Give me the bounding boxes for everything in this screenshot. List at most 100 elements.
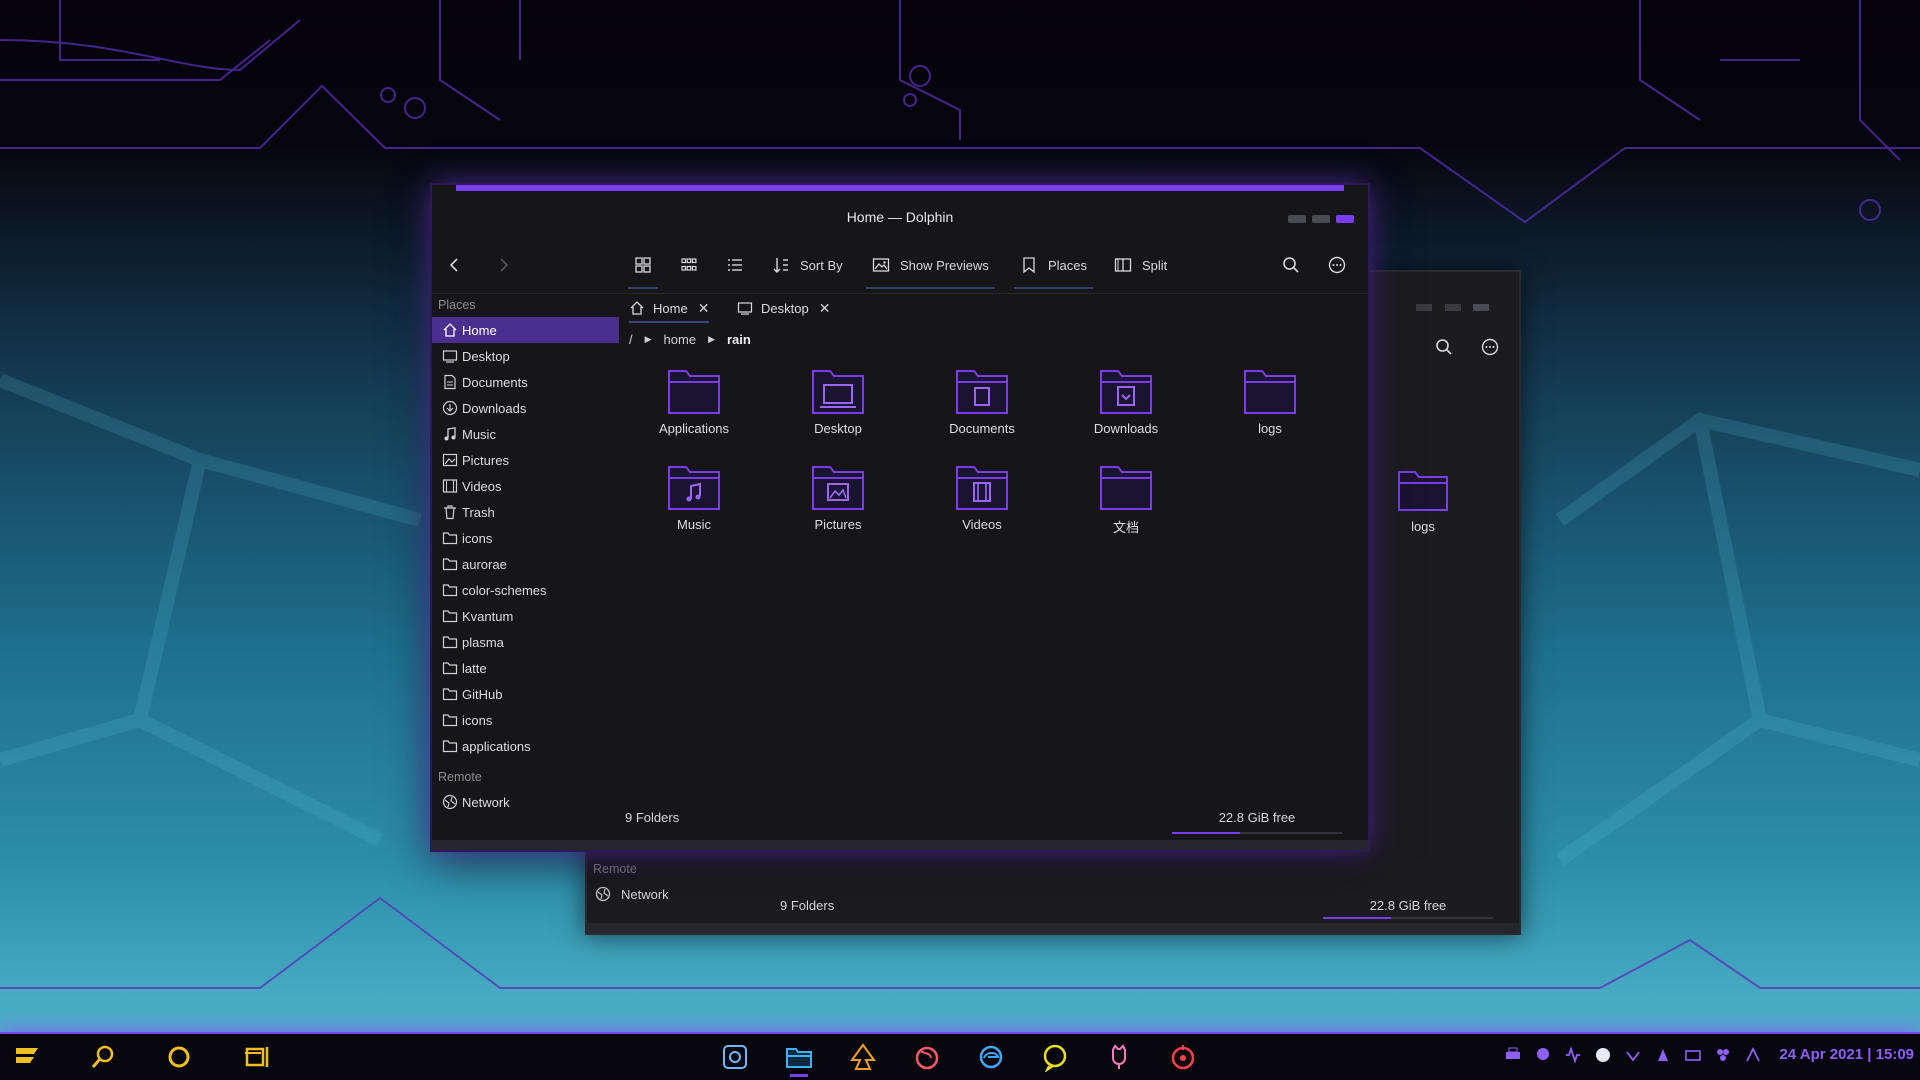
folder-label: Desktop — [814, 421, 862, 436]
minimize-button[interactable] — [1288, 215, 1306, 223]
sidebar-item-icons-2[interactable]: icons — [432, 707, 619, 733]
sidebar-item-documents[interactable]: Documents — [432, 369, 619, 395]
dolphin-window[interactable]: Home — Dolphin Sort By Show Previews Pla… — [432, 185, 1368, 850]
inkscape-app-icon[interactable] — [848, 1042, 878, 1072]
folder-downloads[interactable]: Downloads — [1071, 363, 1181, 453]
android-tray-icon[interactable] — [1534, 1046, 1552, 1064]
printer-tray-icon[interactable] — [1504, 1046, 1522, 1064]
back-menu-icon[interactable] — [1481, 338, 1499, 356]
folder-label: Pictures — [814, 517, 862, 532]
sidebar-item-kvantum[interactable]: Kvantum — [432, 603, 619, 629]
menu-button[interactable] — [1328, 255, 1346, 275]
window-bottom-edge — [432, 840, 1368, 850]
folder-music[interactable]: Music — [639, 459, 749, 549]
details-view-button[interactable] — [726, 255, 744, 275]
icons-view-button[interactable] — [628, 255, 658, 289]
forward-button[interactable] — [494, 255, 512, 275]
sidebar-item-network[interactable]: Network — [432, 789, 619, 815]
back-window-buttons — [1408, 298, 1489, 316]
folder-pictures[interactable]: Pictures — [783, 459, 893, 549]
folder-videos[interactable]: Videos — [927, 459, 1037, 549]
folder-label: Downloads — [1093, 421, 1159, 436]
firefox-app-icon[interactable] — [912, 1042, 942, 1072]
folder-icon — [442, 610, 458, 623]
back-folder-label: logs — [1411, 519, 1435, 534]
screenshot-app-icon[interactable] — [720, 1042, 750, 1072]
breadcrumb-home[interactable]: home — [664, 332, 697, 347]
sidebar-item-label: latte — [462, 660, 487, 676]
sidebar-item-aurorae[interactable]: aurorae — [432, 551, 619, 577]
maximize-button[interactable] — [1312, 215, 1330, 223]
folder-logs[interactable]: logs — [1215, 363, 1325, 453]
chevron-left-icon — [449, 258, 458, 272]
github-app-icon[interactable] — [1104, 1042, 1134, 1072]
dolphin-app-icon[interactable] — [784, 1042, 814, 1072]
compact-view-button[interactable] — [680, 255, 698, 275]
back-window-bottom-edge — [587, 923, 1519, 933]
status-free-space[interactable]: 22.8 GiB free — [1172, 810, 1342, 825]
back-folder-logs[interactable]: logs — [1383, 464, 1463, 534]
sidebar-item-home[interactable]: Home — [432, 317, 619, 343]
sidebar-item-plasma[interactable]: plasma — [432, 629, 619, 655]
back-button[interactable] — [446, 255, 464, 275]
breadcrumb-current[interactable]: rain — [727, 332, 751, 347]
close-tab-icon[interactable]: ✕ — [698, 300, 710, 317]
back-remote-heading: Remote — [593, 862, 637, 876]
search-icon[interactable] — [88, 1042, 118, 1072]
back-status-count: 9 Folders — [780, 898, 835, 913]
sidebar-item-color-schemes[interactable]: color-schemes — [432, 577, 619, 603]
sort-by-button[interactable]: Sort By — [772, 255, 843, 275]
folder-icon — [442, 558, 458, 571]
places-label: Places — [1048, 257, 1088, 273]
show-previews-label: Show Previews — [900, 257, 989, 273]
tab-bar: Home ✕ Desktop ✕ — [629, 295, 1358, 323]
search-button[interactable] — [1282, 255, 1300, 275]
remote-heading: Remote — [438, 770, 482, 784]
bluetooth-tray-icon[interactable] — [1714, 1046, 1732, 1064]
sidebar-item-github[interactable]: GitHub — [432, 681, 619, 707]
show-previews-button[interactable]: Show Previews — [866, 255, 995, 289]
audio-tray-icon[interactable] — [1564, 1046, 1582, 1064]
folder-desktop[interactable]: Desktop — [783, 363, 893, 453]
sidebar-item-latte[interactable]: latte — [432, 655, 619, 681]
folder-label: Applications — [658, 421, 730, 436]
split-button[interactable]: Split — [1114, 255, 1167, 275]
app-launcher-icon[interactable] — [12, 1042, 42, 1072]
sidebar-item-applications[interactable]: applications — [432, 733, 619, 759]
window-switcher-icon[interactable] — [242, 1042, 272, 1072]
folder-icon — [1244, 370, 1296, 414]
chat-app-icon[interactable] — [1040, 1042, 1070, 1072]
chevron-right-icon: ▶ — [708, 333, 715, 344]
folder-applications[interactable]: Applications — [639, 363, 749, 453]
folder-icon — [442, 740, 458, 753]
close-tab-icon[interactable]: ✕ — [819, 300, 831, 317]
back-search-icon[interactable] — [1435, 338, 1453, 356]
notifications-tray-icon[interactable] — [1744, 1046, 1762, 1064]
sidebar-item-downloads[interactable]: Downloads — [432, 395, 619, 421]
status-tray-icon[interactable] — [1594, 1046, 1612, 1064]
keyboard-tray-icon[interactable] — [1684, 1046, 1702, 1064]
back-network-item[interactable]: Network — [595, 886, 669, 902]
places-button[interactable]: Places — [1013, 255, 1094, 289]
home-icon — [443, 323, 457, 337]
sidebar-item-music[interactable]: Music — [432, 421, 619, 447]
folder-documents[interactable]: Documents — [927, 363, 1037, 453]
sidebar-item-icons[interactable]: icons — [432, 525, 619, 551]
sidebar-item-desktop[interactable]: Desktop — [432, 343, 619, 369]
overview-icon[interactable] — [164, 1042, 194, 1072]
sidebar-item-trash[interactable]: Trash — [432, 499, 619, 525]
grid-large-icon — [635, 257, 651, 273]
tab-home[interactable]: Home ✕ — [629, 295, 710, 323]
back-network-label: Network — [621, 886, 669, 902]
music-player-icon[interactable] — [1168, 1042, 1198, 1072]
network-tray-icon[interactable] — [1624, 1046, 1642, 1064]
edge-browser-icon[interactable] — [976, 1042, 1006, 1072]
clock[interactable]: 24 Apr 2021 | 15:09 — [1779, 1046, 1914, 1063]
close-button[interactable] — [1336, 215, 1354, 223]
tab-desktop[interactable]: Desktop ✕ — [737, 295, 830, 321]
sidebar-item-videos[interactable]: Videos — [432, 473, 619, 499]
updates-tray-icon[interactable] — [1654, 1046, 1672, 1064]
breadcrumb-root[interactable]: / — [629, 332, 633, 347]
folder-wendang[interactable]: 文档 — [1071, 459, 1181, 549]
sidebar-item-pictures[interactable]: Pictures — [432, 447, 619, 473]
